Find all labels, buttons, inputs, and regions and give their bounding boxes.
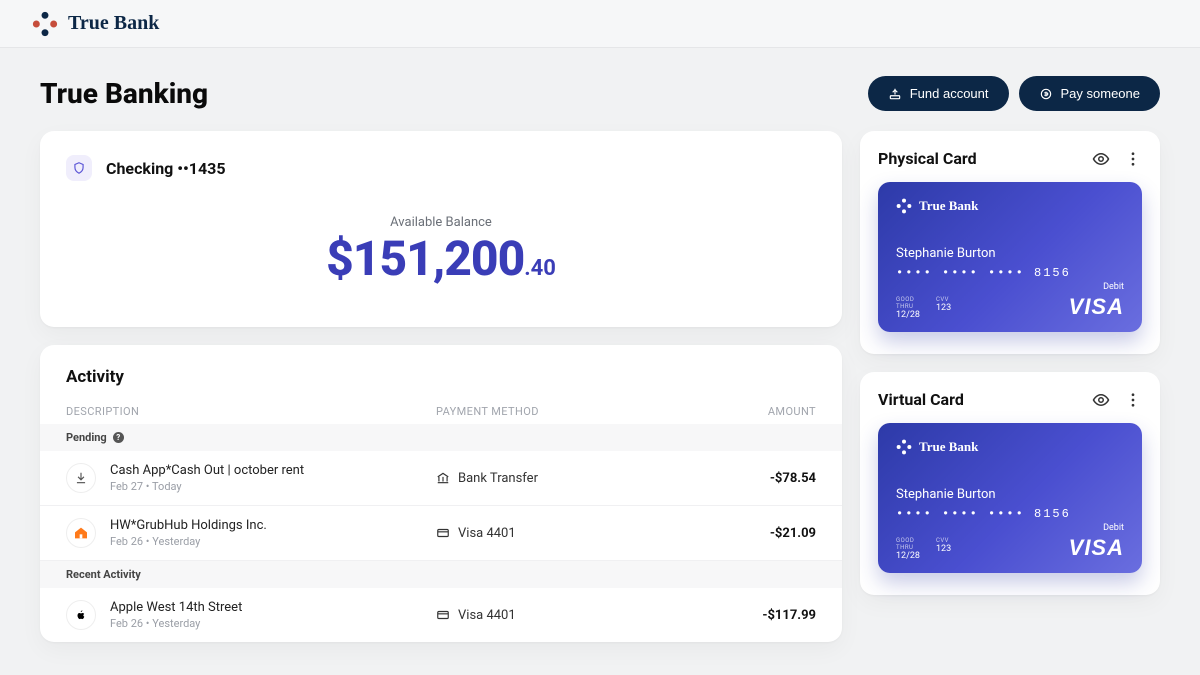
- right-column: Physical Card True Bank Stephanie Burton…: [860, 131, 1160, 642]
- eye-icon[interactable]: [1092, 150, 1110, 168]
- brand-logo-icon: [32, 11, 58, 37]
- shield-icon: [66, 155, 92, 181]
- balance-main: $151,200: [326, 230, 524, 287]
- col-method: PAYMENT METHOD: [436, 405, 656, 418]
- card-brand-logo-icon: [896, 198, 912, 214]
- activity-row[interactable]: Cash App*Cash Out | october rent Feb 27 …: [40, 451, 842, 506]
- account-name: Checking ••1435: [106, 159, 226, 178]
- cvv-value: 123: [936, 544, 951, 554]
- bank-icon: [436, 471, 450, 485]
- row-title: Apple West 14th Street: [110, 600, 242, 615]
- row-method: Visa 4401: [458, 526, 516, 541]
- cash-out-icon: [66, 463, 96, 493]
- account-panel: Checking ••1435 Available Balance $151,2…: [40, 131, 842, 327]
- pay-someone-label: Pay someone: [1061, 86, 1141, 101]
- card-type: Debit: [1103, 282, 1124, 292]
- fund-account-button[interactable]: Fund account: [868, 76, 1009, 111]
- row-sub: Feb 26 • Yesterday: [110, 617, 242, 630]
- header-actions: Fund account Pay someone: [868, 76, 1160, 111]
- balance-value: $151,200.40: [66, 230, 816, 287]
- cvv-label: CVV: [936, 537, 951, 544]
- brand[interactable]: True Bank: [32, 11, 159, 37]
- pay-icon: [1039, 87, 1053, 101]
- group-pending-label: Pending: [66, 431, 107, 444]
- more-icon[interactable]: [1124, 150, 1142, 168]
- row-amount: -$21.09: [656, 526, 816, 541]
- physical-card-title: Physical Card: [878, 149, 977, 168]
- row-amount: -$78.54: [656, 471, 816, 486]
- grubhub-icon: [66, 518, 96, 548]
- card-icon: [436, 608, 450, 622]
- row-method: Bank Transfer: [458, 471, 538, 486]
- col-amount: AMOUNT: [656, 405, 816, 418]
- good-thru-value: 12/28: [896, 310, 920, 320]
- visa-logo: VISA: [1069, 294, 1124, 320]
- card-holder: Stephanie Burton: [896, 246, 996, 261]
- fund-account-label: Fund account: [910, 86, 989, 101]
- row-title: HW*GrubHub Holdings Inc.: [110, 518, 267, 533]
- card-brand-logo-icon: [896, 439, 912, 455]
- balance-label: Available Balance: [66, 215, 816, 230]
- card-brand-name: True Bank: [919, 439, 978, 455]
- row-sub: Feb 26 • Yesterday: [110, 535, 267, 548]
- pending-info-icon[interactable]: ?: [113, 432, 124, 443]
- eye-icon[interactable]: [1092, 391, 1110, 409]
- virtual-card-title: Virtual Card: [878, 390, 964, 409]
- good-thru-value: 12/28: [896, 551, 920, 561]
- activity-row[interactable]: HW*GrubHub Holdings Inc. Feb 26 • Yester…: [40, 506, 842, 561]
- group-pending: Pending ?: [40, 424, 842, 451]
- topbar: True Bank: [0, 0, 1200, 48]
- row-title: Cash App*Cash Out | october rent: [110, 463, 304, 478]
- row-method: Visa 4401: [458, 608, 516, 623]
- balance-cents: .40: [524, 256, 556, 281]
- account-heading: Checking ••1435: [66, 155, 816, 181]
- fund-icon: [888, 87, 902, 101]
- good-thru-label: GOOD THRU: [896, 296, 920, 310]
- brand-name: True Bank: [68, 12, 159, 35]
- cvv-label: CVV: [936, 296, 951, 303]
- card-icon: [436, 526, 450, 540]
- apple-icon: [66, 600, 96, 630]
- balance-block: Available Balance $151,200.40: [66, 215, 816, 287]
- activity-row[interactable]: Apple West 14th Street Feb 26 • Yesterda…: [40, 588, 842, 642]
- row-sub: Feb 27 • Today: [110, 480, 304, 493]
- card-number: •••• •••• •••• 8156: [896, 266, 1071, 280]
- pay-someone-button[interactable]: Pay someone: [1019, 76, 1161, 111]
- physical-card[interactable]: True Bank Stephanie Burton •••• •••• •••…: [878, 182, 1142, 332]
- group-recent-label: Recent Activity: [66, 568, 141, 581]
- page-title: True Banking: [40, 77, 208, 110]
- cvv-value: 123: [936, 303, 951, 313]
- group-recent: Recent Activity: [40, 561, 842, 588]
- virtual-card[interactable]: True Bank Stephanie Burton •••• •••• •••…: [878, 423, 1142, 573]
- card-brand-name: True Bank: [919, 198, 978, 214]
- activity-columns: DESCRIPTION PAYMENT METHOD AMOUNT: [40, 399, 842, 424]
- row-amount: -$117.99: [656, 608, 816, 623]
- activity-panel: Activity DESCRIPTION PAYMENT METHOD AMOU…: [40, 345, 842, 642]
- main-grid: Checking ••1435 Available Balance $151,2…: [0, 131, 1200, 642]
- card-type: Debit: [1103, 523, 1124, 533]
- page-header: True Banking Fund account Pay someone: [0, 48, 1200, 131]
- more-icon[interactable]: [1124, 391, 1142, 409]
- col-description: DESCRIPTION: [66, 405, 436, 418]
- virtual-card-panel: Virtual Card True Bank Stephanie Burton …: [860, 372, 1160, 595]
- left-column: Checking ••1435 Available Balance $151,2…: [40, 131, 842, 642]
- card-number: •••• •••• •••• 8156: [896, 507, 1071, 521]
- visa-logo: VISA: [1069, 535, 1124, 561]
- good-thru-label: GOOD THRU: [896, 537, 920, 551]
- physical-card-panel: Physical Card True Bank Stephanie Burton…: [860, 131, 1160, 354]
- card-holder: Stephanie Burton: [896, 487, 996, 502]
- activity-title: Activity: [40, 367, 842, 399]
